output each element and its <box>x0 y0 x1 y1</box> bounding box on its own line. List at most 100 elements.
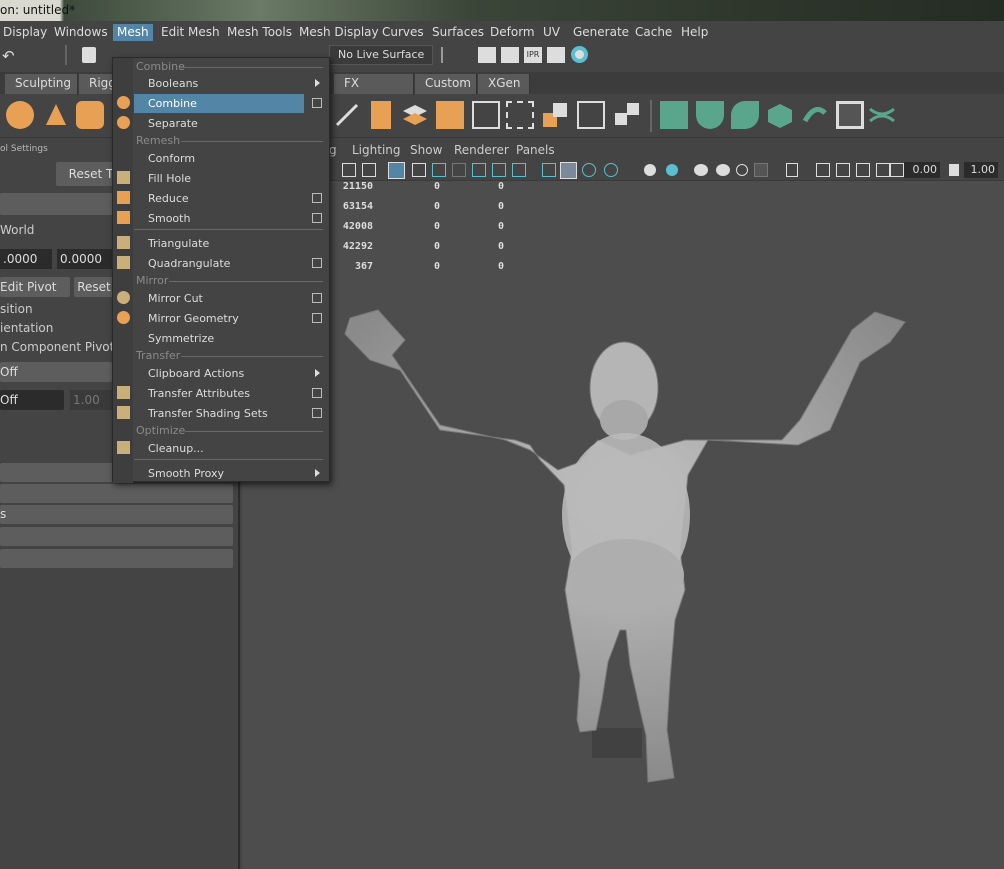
option-box-icon[interactable] <box>312 408 322 418</box>
bevel-icon[interactable] <box>472 101 500 129</box>
menu-item-mirror-geometry[interactable]: Mirror Geometry <box>134 309 304 328</box>
vp-menu-show[interactable]: Show <box>410 143 442 157</box>
vp-menu-shading[interactable]: g <box>329 143 337 157</box>
off-dropdown-2[interactable]: Off <box>0 390 64 410</box>
textured-icon[interactable] <box>582 163 596 177</box>
menu-item-reduce[interactable]: Reduce <box>134 189 304 208</box>
lights-icon[interactable] <box>604 163 618 177</box>
grid-icon[interactable] <box>388 162 405 179</box>
extrude-icon[interactable] <box>371 101 391 129</box>
menu-item-mirror-cut[interactable]: Mirror Cut <box>134 289 304 308</box>
pivot-x-field[interactable]: .0000 <box>0 249 52 269</box>
menu-mesh-tools[interactable]: Mesh Tools <box>223 24 296 41</box>
film-gate-icon[interactable] <box>412 163 426 177</box>
collapsible-section[interactable] <box>0 484 233 503</box>
option-box-icon[interactable] <box>312 388 322 398</box>
menu-item-fill-hole[interactable]: Fill Hole <box>134 169 304 188</box>
option-box-icon[interactable] <box>312 193 322 203</box>
menu-uv[interactable]: UV <box>539 24 564 41</box>
tab-rigging[interactable]: Rigg <box>79 74 116 94</box>
render-sequence-icon[interactable] <box>501 47 519 63</box>
select-camera-icon[interactable] <box>786 163 798 177</box>
checker-icon[interactable] <box>836 101 864 129</box>
tab-sculpting[interactable]: Sculpting <box>5 74 78 94</box>
split-icon[interactable] <box>541 101 569 129</box>
two-d-pan-icon[interactable] <box>876 163 890 177</box>
menu-item-quadrangulate[interactable]: Quadrangulate <box>134 254 304 273</box>
tab-custom[interactable]: Custom <box>415 74 477 94</box>
menu-windows[interactable]: Windows <box>50 24 112 41</box>
menu-deform[interactable]: Deform <box>486 24 539 41</box>
uv-editor-icon[interactable] <box>660 101 688 129</box>
ipr-icon[interactable]: IPR <box>524 47 542 63</box>
select-tool-icon[interactable] <box>82 47 96 63</box>
tab-xgen[interactable]: XGen <box>478 74 530 94</box>
gamma-field[interactable]: 1.00 <box>964 162 998 178</box>
vp-menu-renderer[interactable]: Renderer <box>454 143 509 157</box>
vp-menu-panels[interactable]: Panels <box>516 143 555 157</box>
option-box-icon[interactable] <box>312 313 322 323</box>
menu-mesh-display[interactable]: Mesh Display <box>295 24 383 41</box>
menu-item-smooth-proxy[interactable]: Smooth Proxy <box>134 464 304 483</box>
cylindrical-map-icon[interactable] <box>696 101 724 129</box>
cylinder-icon[interactable] <box>76 101 104 129</box>
render-settings-icon[interactable] <box>547 47 565 63</box>
cut-uv-icon[interactable] <box>868 101 896 129</box>
menu-display[interactable]: Display <box>0 24 51 41</box>
menu-edit-mesh[interactable]: Edit Mesh <box>157 24 224 41</box>
pivot-y-field[interactable]: 0.0000 <box>57 249 113 269</box>
field-chart-icon[interactable] <box>472 163 486 177</box>
exposure-field[interactable]: 0.00 <box>904 162 940 178</box>
menu-curves[interactable]: Curves <box>378 24 428 41</box>
menu-surfaces[interactable]: Surfaces <box>428 24 488 41</box>
menu-mesh[interactable]: Mesh <box>113 24 153 41</box>
xray-joints-icon[interactable] <box>736 164 748 176</box>
cone-icon[interactable] <box>42 101 70 129</box>
resolution-gate-icon[interactable] <box>432 163 446 177</box>
torus-icon[interactable] <box>6 101 34 129</box>
edit-pivot-button[interactable]: Edit Pivot <box>0 277 70 297</box>
move-icon[interactable] <box>342 163 356 177</box>
bookmark-icon[interactable] <box>836 163 850 177</box>
render-icon[interactable] <box>478 47 496 63</box>
value-field[interactable]: 1.00 <box>70 390 114 410</box>
live-surface-field[interactable]: No Live Surface <box>329 45 433 65</box>
gorilla-model[interactable] <box>330 300 930 800</box>
paint-icon[interactable] <box>362 163 376 177</box>
menu-item-conform[interactable]: Conform <box>134 149 304 168</box>
layers-icon[interactable] <box>401 101 429 129</box>
spherical-map-icon[interactable] <box>731 101 759 129</box>
menu-item-triangulate[interactable]: Triangulate <box>134 234 304 253</box>
gate-mask-icon[interactable] <box>452 163 466 177</box>
menu-item-cleanup[interactable]: Cleanup... <box>134 439 304 458</box>
cube-icon[interactable] <box>436 101 464 129</box>
undo-icon[interactable]: ↶ <box>2 47 15 65</box>
backface-icon[interactable] <box>754 163 768 177</box>
safe-title-icon[interactable] <box>512 163 526 177</box>
collapsible-section[interactable] <box>0 549 233 568</box>
camera-attributes-icon[interactable] <box>816 163 830 177</box>
menu-item-transfer-attributes[interactable]: Transfer Attributes <box>134 384 304 403</box>
menu-item-smooth[interactable]: Smooth <box>134 209 304 228</box>
menu-item-combine[interactable]: Combine <box>134 94 304 113</box>
menu-item-booleans[interactable]: Booleans <box>134 74 304 93</box>
off-dropdown-1[interactable]: Off <box>0 362 112 382</box>
gamma-icon[interactable] <box>949 164 959 176</box>
collapsible-section[interactable]: s <box>0 505 233 524</box>
reset-button[interactable]: Reset <box>74 277 114 297</box>
vp-menu-lighting[interactable]: Lighting <box>352 143 401 157</box>
tab-fx-caching[interactable]: FX Caching <box>334 74 414 109</box>
menu-item-transfer-shading-sets[interactable]: Transfer Shading Sets <box>134 404 304 423</box>
isolate-icon[interactable] <box>694 164 708 176</box>
option-box-icon[interactable] <box>312 258 322 268</box>
option-box-icon[interactable] <box>312 98 322 108</box>
bridge-icon[interactable] <box>506 101 534 129</box>
xray-icon[interactable] <box>716 164 730 176</box>
collapsible-section[interactable] <box>0 527 233 546</box>
menu-generate[interactable]: Generate <box>569 24 633 41</box>
shadows-icon[interactable] <box>644 164 656 176</box>
menu-item-clipboard-actions[interactable]: Clipboard Actions <box>134 364 304 383</box>
ambient-occlusion-icon[interactable] <box>666 164 678 176</box>
menu-item-separate[interactable]: Separate <box>134 114 304 133</box>
grease-pencil-icon[interactable] <box>890 163 904 177</box>
